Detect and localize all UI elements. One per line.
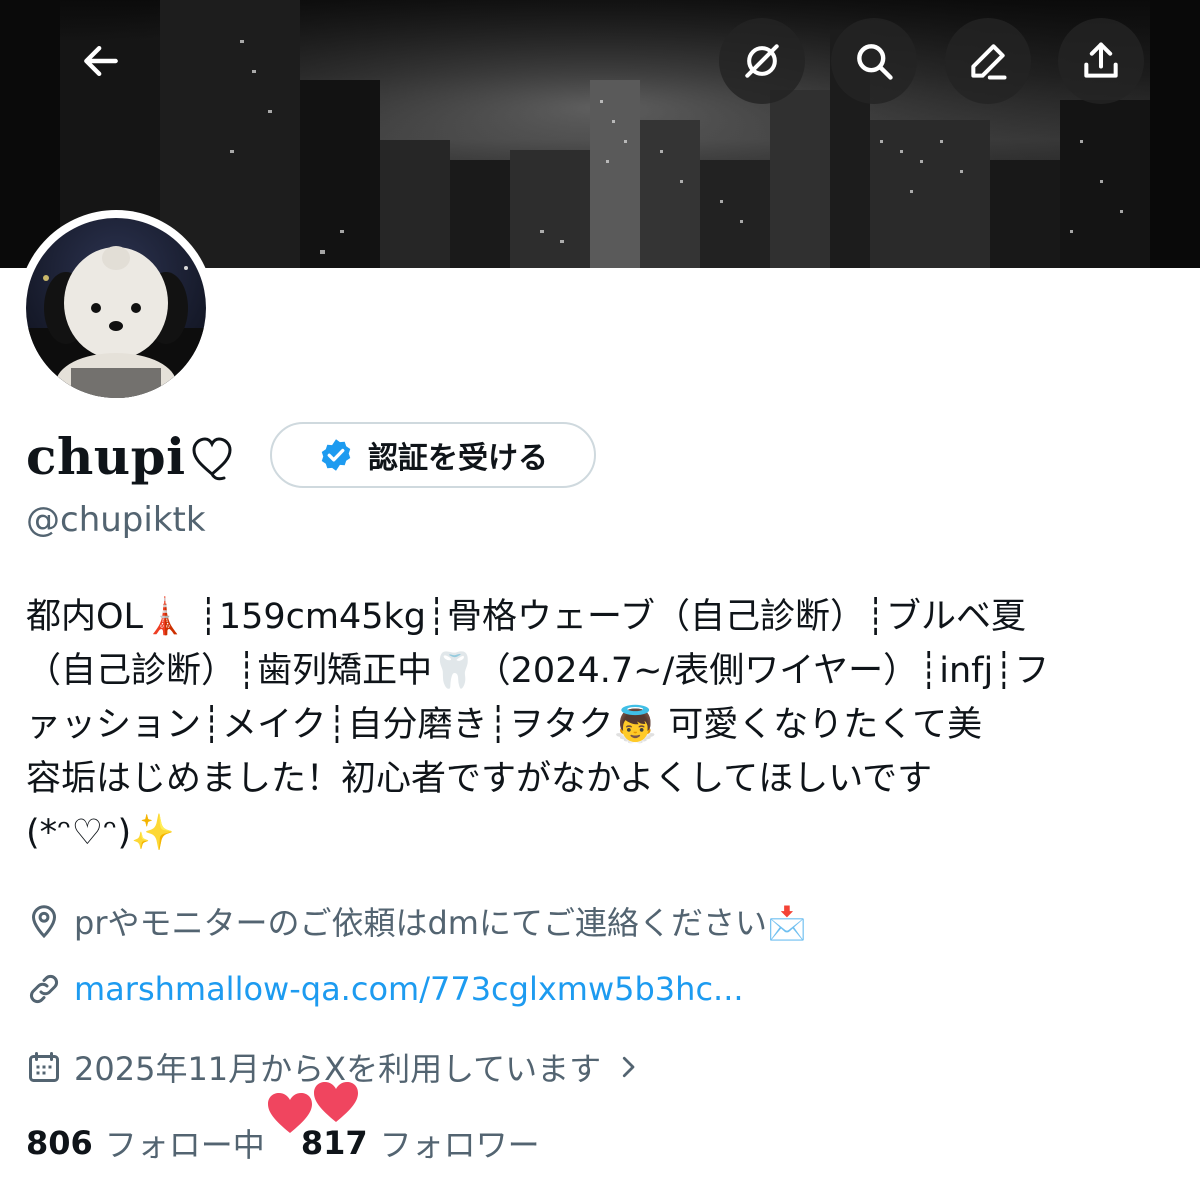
- bio-line: 都内OL🗼 ┊159cm45kg┊骨格ウェーブ（自己診断）┊ブルベ夏: [26, 597, 1027, 637]
- share-icon: [1084, 42, 1118, 78]
- get-verified-label: 認証を受ける: [368, 441, 548, 476]
- profile-banner: [0, 0, 1200, 268]
- bio-line: ァッション┊メイク┊自分磨き┊ヲタク👼 可愛くなりたくて美: [26, 705, 983, 745]
- search-icon: [857, 44, 893, 80]
- location-row: prやモニターのご依頼はdmにてご連絡ください📩: [26, 898, 807, 944]
- avatar-image: [26, 218, 206, 398]
- following-stat[interactable]: 806 フォロー中: [26, 1120, 265, 1166]
- chevron-right-icon: [623, 1056, 635, 1078]
- grok-button[interactable]: [719, 18, 805, 104]
- following-label: フォロー中: [104, 1126, 265, 1164]
- bio-line: （自己診断）┊歯列矯正中🦷（2024.7~/表側ワイヤー）┊infj┊フ: [26, 651, 1050, 691]
- avatar[interactable]: [18, 210, 214, 406]
- plush-dog-icon: [26, 246, 206, 398]
- followers-label: フォロワー: [379, 1126, 540, 1164]
- display-name: chupi: [26, 426, 186, 486]
- edit-button[interactable]: [945, 18, 1031, 104]
- follow-stats: 806 フォロー中 817 フォロワー: [26, 1120, 540, 1166]
- link-icon: [30, 975, 58, 1003]
- verified-badge-icon: [321, 439, 351, 471]
- grok-icon: [745, 44, 779, 78]
- search-button[interactable]: [831, 18, 917, 104]
- followers-stat[interactable]: 817 フォロワー: [301, 1120, 540, 1166]
- calendar-icon: [29, 1052, 59, 1082]
- followers-count: 817: [300, 1124, 368, 1162]
- location-text: prやモニターのご依頼はdmにてご連絡ください📩: [74, 904, 807, 942]
- handle: @chupiktk: [26, 500, 206, 540]
- heart-outline-icon: [192, 437, 232, 481]
- get-verified-button[interactable]: 認証を受ける: [270, 422, 596, 488]
- bio-line: 容垢はじめました！初心者ですがなかよくしてほしいです: [26, 759, 933, 799]
- website-row: marshmallow-qa.com/773cglxmw5b3hc...: [26, 970, 744, 1008]
- website-link[interactable]: marshmallow-qa.com/773cglxmw5b3hc...: [74, 970, 744, 1008]
- share-button[interactable]: [1058, 18, 1144, 104]
- name-row: chupi: [26, 420, 234, 492]
- edit-icon: [971, 44, 1007, 80]
- following-count: 806: [26, 1124, 93, 1162]
- back-button[interactable]: [58, 18, 144, 104]
- bio-line: (*ᵔ♡ᵔ)✨: [26, 813, 175, 853]
- location-icon: [31, 905, 57, 939]
- bio: 都内OL🗼 ┊159cm45kg┊骨格ウェーブ（自己診断）┊ブルベ夏 （自己診断…: [26, 590, 1176, 860]
- back-arrow-icon: [84, 45, 118, 77]
